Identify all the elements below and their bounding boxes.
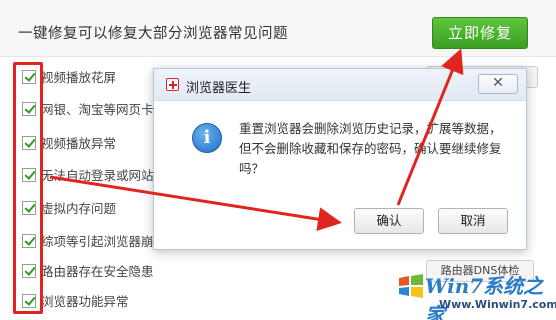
dialog-titlebar: 浏览器医生 ✕: [154, 69, 526, 101]
info-icon: i: [192, 123, 222, 153]
watermark-site: Www.Winwin7.com: [439, 298, 556, 311]
watermark-brand: Win7系统之家: [425, 274, 544, 320]
watermark: Win7系统之家 Www.Winwin7.com: [395, 268, 556, 320]
issue-label: 网银、淘宝等网页卡: [41, 102, 154, 117]
dialog-title: 浏览器医生: [186, 81, 252, 96]
issue-label: 无法自动登录或网站: [41, 168, 154, 183]
issue-label: 视频播放异常: [41, 136, 117, 151]
issue-label: 路由器存在安全隐患: [41, 264, 154, 279]
issue-label: 虚拟内存问题: [41, 201, 117, 216]
windows-logo-icon: [399, 274, 423, 298]
header-divider: [0, 56, 556, 57]
repair-now-button[interactable]: 立即修复: [432, 17, 528, 49]
dialog-message: 重置浏览器会删除浏览历史记录，扩展等数据，但不会删除收藏和保存的密码，确认要继续…: [239, 121, 502, 176]
confirm-button[interactable]: 确认: [354, 208, 424, 234]
issue-label: 浏览器功能异常: [41, 294, 129, 309]
issue-item: 浏览器功能异常: [22, 293, 182, 315]
issue-item: 路由器存在安全隐患: [22, 263, 182, 285]
page-title: 一键修复可以修复大部分浏览器常见问题: [18, 26, 288, 42]
annotation-highlight-box: [13, 62, 43, 314]
cancel-button[interactable]: 取消: [438, 208, 508, 234]
close-icon[interactable]: ✕: [478, 74, 518, 94]
issue-label: 综项等引起浏览器崩: [41, 234, 154, 249]
browser-doctor-dialog: 浏览器医生 ✕ i 重置浏览器会删除浏览历史记录，扩展等数据，但不会删除收藏和保…: [153, 68, 527, 250]
medical-cross-icon: [166, 78, 179, 91]
issue-label: 视频播放花屏: [41, 70, 117, 85]
